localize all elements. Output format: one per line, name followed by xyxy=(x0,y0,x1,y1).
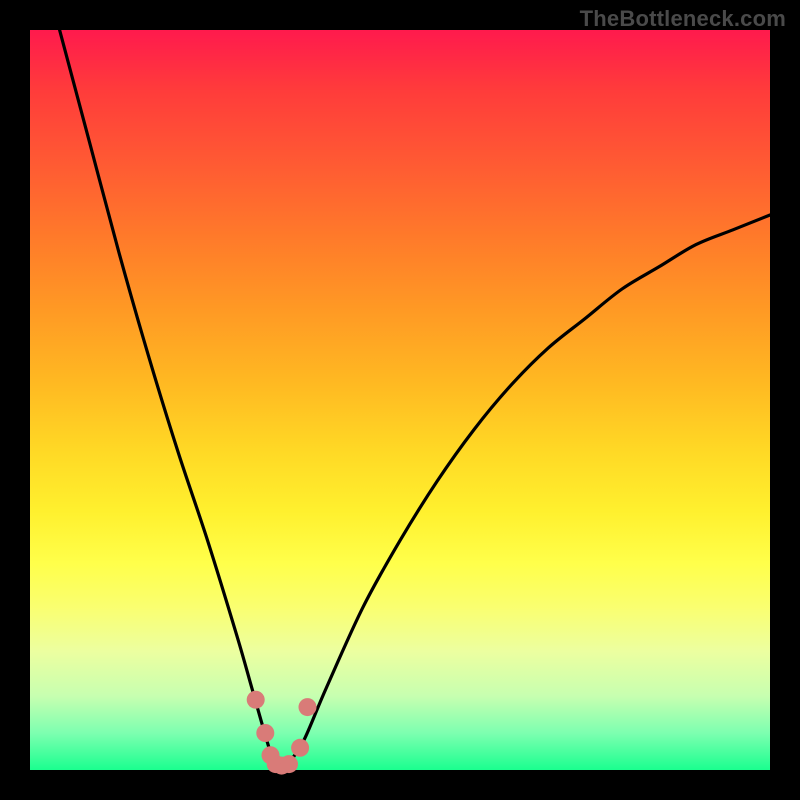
bottleneck-marker xyxy=(291,739,309,757)
bottleneck-marker xyxy=(247,691,265,709)
bottleneck-marker xyxy=(280,755,298,773)
plot-area xyxy=(30,30,770,770)
chart-frame: TheBottleneck.com xyxy=(0,0,800,800)
watermark-text: TheBottleneck.com xyxy=(580,6,786,32)
chart-svg xyxy=(30,30,770,770)
bottleneck-curve xyxy=(60,30,770,770)
bottleneck-marker xyxy=(256,724,274,742)
bottleneck-marker xyxy=(299,698,317,716)
